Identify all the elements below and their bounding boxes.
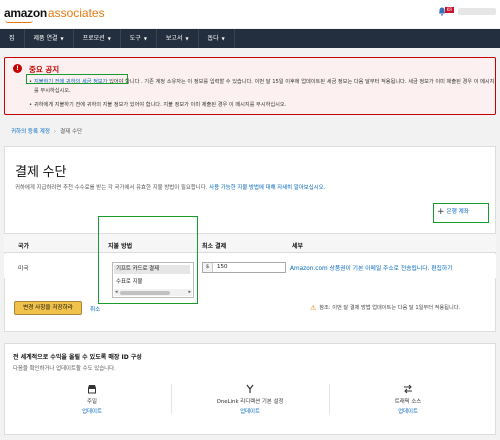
nav-reports-label: 보고서 (165, 35, 183, 42)
tile-traffic-source: 트래픽 소스 업데이트 (333, 384, 483, 415)
chevron-down-icon: ▼ (143, 36, 147, 41)
breadcrumb: 귀하의 등록 계정 › 결제 수단 (11, 127, 82, 135)
nav-help[interactable]: 돕다 ▼ (199, 29, 235, 48)
payment-method-listbox[interactable]: 기프트 카드로 결제 수표로 지불 ◂ ▸ (112, 262, 194, 298)
notice-payment-text: 귀하에게 지불하기 전에 귀하의 지불 정보가 있어야 합니다. 지불 정보가 … (34, 102, 287, 108)
nav-product-linking[interactable]: 제품 연결 ▼ (25, 29, 74, 48)
important-notice: ! 중요 공지 지불하기 전에 귀하의 세금 정보가 있어야 합니다 . 기존 … (4, 57, 496, 115)
minimum-payment-value[interactable]: 150 (217, 263, 228, 272)
tile-store-update-link[interactable]: 업데이트 (17, 407, 167, 415)
nav-promotions[interactable]: 프로모션 ▼ (74, 29, 121, 48)
locale-flag-icon[interactable]: KR (445, 7, 454, 13)
tile-traffic-update-link[interactable]: 업데이트 (333, 407, 483, 415)
learn-more-link[interactable]: 사용 가능한 지불 방법에 대해 자세히 알아보십시오. (209, 185, 325, 191)
scroll-right-icon[interactable]: ▸ (188, 289, 191, 296)
details-cell: Amazon.com 상품권이 기본 이메일 주소로 전송됩니다. 편집하기 (290, 263, 453, 272)
tile-store: 주일 업데이트 (17, 384, 167, 415)
logo-suffix-text: associates (47, 6, 105, 20)
top-bar: amazonassociates KR (0, 0, 500, 28)
store-id-title: 전 세계적으로 수익을 올릴 수 있도록 매장 ID 구성 (13, 354, 142, 361)
transfer-icon (333, 384, 483, 395)
breadcrumb-separator: › (53, 129, 57, 135)
minimum-payment-field[interactable]: $ 150 (202, 262, 286, 273)
store-id-description: 다음을 확인하거나 업데이트할 수도 있습니다. (13, 366, 116, 372)
nav-product-linking-label: 제품 연결 (33, 35, 58, 42)
scroll-left-icon[interactable]: ◂ (115, 289, 118, 296)
breadcrumb-current: 결제 수단 (60, 129, 83, 135)
chevron-down-icon: ▼ (221, 36, 225, 41)
nav-promotions-label: 프로모션 (82, 35, 105, 42)
notice-item-payment: 귀하에게 지불하기 전에 귀하의 지불 정보가 있어야 합니다. 지불 정보가 … (29, 101, 495, 110)
warning-icon: ⚠ (310, 304, 317, 312)
tile-traffic-label: 트래픽 소스 (394, 399, 422, 405)
chevron-down-icon: ▼ (60, 36, 64, 41)
payment-warning: ⚠ 참조: 이번 달 결제 방법 업데이트는 다음 달 1일부터 적용됩니다. (310, 304, 460, 312)
tile-onelink-update-link[interactable]: 업데이트 (175, 407, 325, 415)
breadcrumb-parent-link[interactable]: 귀하의 등록 계정 (11, 129, 50, 135)
currency-symbol: $ (203, 263, 213, 272)
column-country: 국가 (18, 243, 30, 250)
logo-smile-icon (5, 20, 33, 23)
horizontal-scrollbar[interactable]: ◂ ▸ (114, 289, 192, 296)
highlight-box-tax (26, 74, 128, 84)
store-icon (17, 384, 167, 395)
country-cell: 미국 (18, 266, 29, 272)
warning-text: 참조: 이번 달 결제 방법 업데이트는 다음 달 1일부터 적용됩니다. (319, 305, 461, 311)
logo-brand-text: amazon (4, 6, 47, 20)
amazon-associates-logo[interactable]: amazonassociates (4, 6, 105, 20)
tile-onelink: OneLink 리디렉션 기본 설정 업데이트 (175, 384, 325, 415)
main-nav: 집 제품 연결 ▼ 프로모션 ▼ 도구 ▼ 보고서 ▼ 돕다 ▼ (0, 29, 500, 48)
chevron-down-icon: ▼ (107, 36, 111, 41)
option-gift-card[interactable]: 기프트 카드로 결제 (114, 265, 190, 274)
route-icon (175, 384, 325, 395)
store-id-section: 전 세계적으로 수익을 올릴 수 있도록 매장 ID 구성 다음을 확인하거나 … (4, 343, 496, 435)
cancel-link[interactable]: 취소 (90, 305, 100, 313)
account-name[interactable] (458, 8, 496, 15)
payment-description: 귀하에게 지급하려면 추천 수수료를 받는 각 국가에서 유효한 지불 방법이 … (15, 183, 325, 191)
tile-onelink-label: OneLink 리디렉션 기본 설정 (216, 399, 284, 405)
column-minimum-payment: 최소 결제 (202, 243, 227, 250)
nav-home-label: 집 (9, 35, 15, 42)
highlight-box-bank (433, 203, 489, 223)
nav-help-label: 돕다 (207, 35, 219, 42)
divider (329, 384, 330, 414)
nav-reports[interactable]: 보고서 ▼ (157, 29, 199, 48)
chevron-down-icon: ▼ (185, 36, 189, 41)
payment-table-header: 국가 지불 방법 최소 결제 세부 (4, 233, 496, 253)
page-title: 결제 수단 (15, 164, 67, 179)
tile-store-label: 주일 (87, 399, 97, 405)
details-text: Amazon.com 상품권이 기본 이메일 주소로 전송됩니다. (290, 266, 430, 272)
option-check[interactable]: 수표로 지불 (116, 277, 143, 285)
alert-icon: ! (13, 64, 22, 73)
scrollbar-thumb[interactable] (120, 290, 170, 295)
nav-tools-label: 도구 (129, 35, 141, 42)
save-changes-button[interactable]: 변경 사항을 저장하라 (14, 301, 82, 315)
edit-details-link[interactable]: 편집하기 (431, 266, 452, 272)
nav-home[interactable]: 집 (0, 29, 25, 48)
payment-description-text: 귀하에게 지급하려면 추천 수수료를 받는 각 국가에서 유효한 지불 방법이 … (15, 185, 208, 191)
column-details: 세부 (292, 243, 304, 250)
divider (171, 384, 172, 414)
nav-tools[interactable]: 도구 ▼ (121, 29, 157, 48)
